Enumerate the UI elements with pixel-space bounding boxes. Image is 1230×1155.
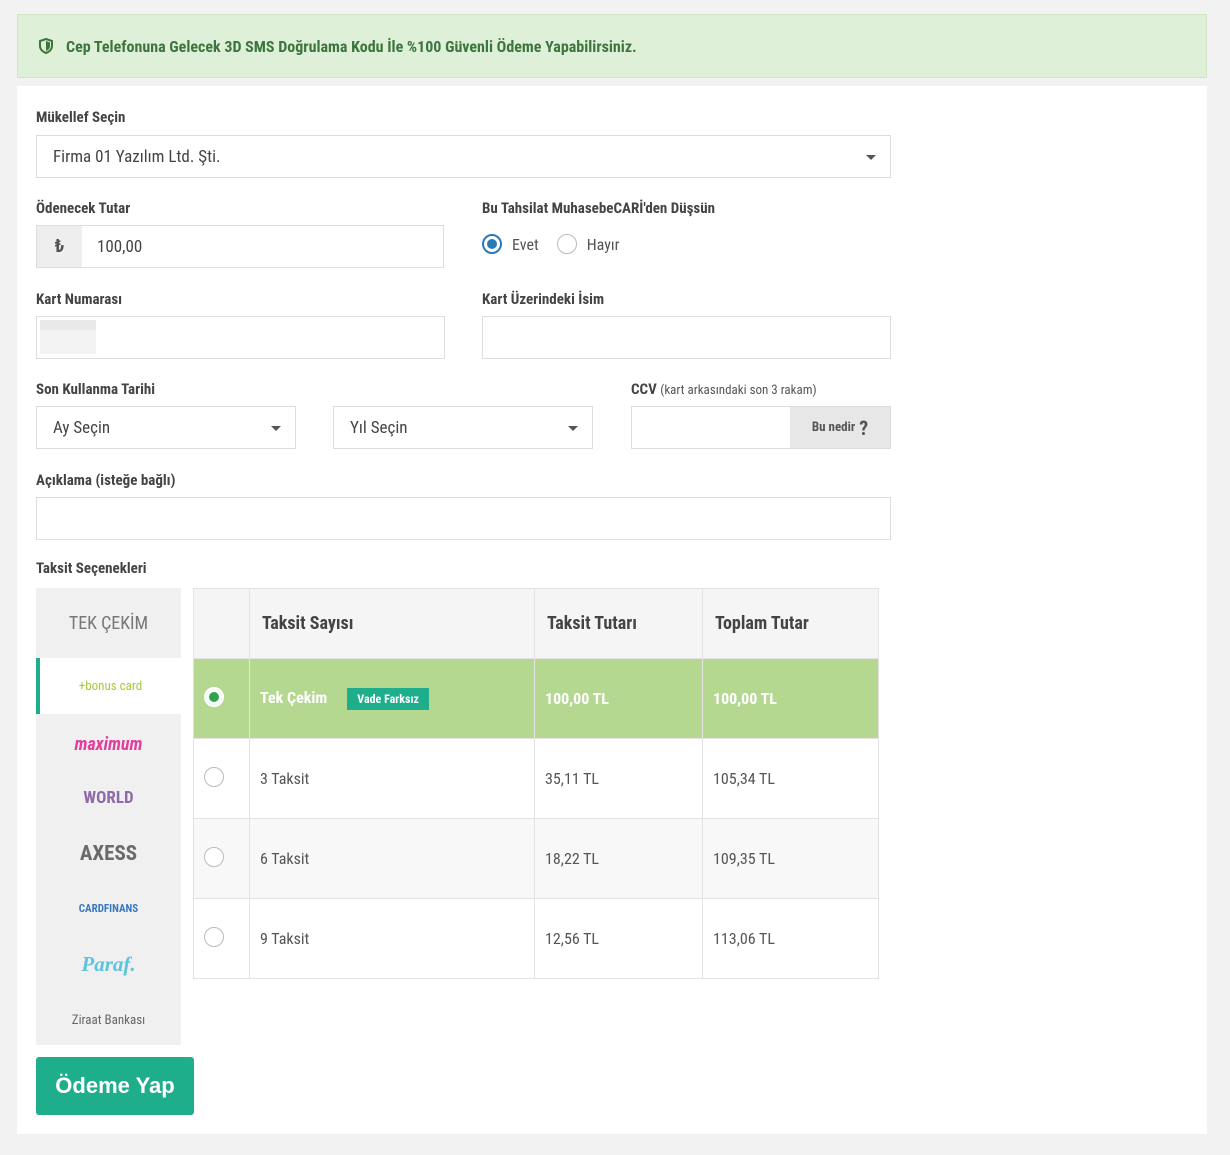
row-name-text: Tek Çekim — [260, 687, 328, 707]
row-name: 6 Taksit — [249, 818, 535, 899]
security-alert: Cep Telefonuna Gelecek 3D SMS Doğrulama … — [17, 14, 1207, 78]
vade-farksiz-badge: Vade Farksız — [347, 687, 429, 710]
tutar-input[interactable]: ₺ 100,00 — [36, 225, 444, 268]
row-radio-cell — [193, 818, 250, 899]
pay-button[interactable]: Ödeme Yap — [36, 1057, 194, 1115]
row-total: 105,34 TL — [702, 738, 879, 819]
evet-radio[interactable] — [482, 234, 502, 254]
alert-text: Cep Telefonuna Gelecek 3D SMS Doğrulama … — [66, 36, 637, 56]
tutar-value: 100,00 — [97, 236, 143, 257]
ccv-hint: (kart arkasındaki son 3 rakam) — [660, 383, 817, 398]
kart-no-input[interactable] — [36, 316, 445, 359]
radio-col-header — [193, 588, 250, 659]
kart-isim-label: Kart Üzerindeki İsim — [482, 290, 605, 308]
col-taksit-tutari: Taksit Tutarı — [534, 588, 703, 659]
tab-maximum[interactable]: maximum — [36, 716, 181, 772]
shield-icon — [38, 38, 54, 54]
row-radio-cell — [193, 658, 250, 739]
ccv-label-text: CCV — [631, 380, 657, 398]
table-row[interactable]: 9 Taksit 12,56 TL 113,06 TL — [193, 898, 879, 979]
row-radio-cell — [193, 738, 250, 819]
row-radio[interactable] — [204, 846, 224, 867]
row-installment: 100,00 TL — [534, 658, 703, 739]
bank-tabs: TEK ÇEKİM +bonus card maximum WORLD AXES… — [36, 588, 181, 1045]
hayir-radio[interactable] — [556, 234, 577, 254]
chevron-down-icon — [568, 426, 578, 431]
card-icon — [40, 320, 96, 354]
col-toplam-tutar: Toplam Tutar — [702, 588, 879, 659]
row-total: 100,00 TL — [702, 658, 879, 739]
ccv-input[interactable]: Bu nedir ? — [631, 406, 891, 449]
tab-ziraat[interactable]: Ziraat Bankası — [36, 992, 181, 1048]
row-radio[interactable] — [204, 686, 224, 707]
table-header-row: Taksit Sayısı Taksit Tutarı Toplam Tutar — [193, 588, 879, 659]
row-name: 3 Taksit — [249, 738, 535, 819]
tahsilat-label: Bu Tahsilat MuhasebeCARİ'den Düşsün — [482, 199, 715, 217]
taksit-label: Taksit Seçenekleri — [36, 559, 147, 577]
hayir-label: Hayır — [586, 234, 620, 254]
ccv-label: CCV (kart arkasındaki son 3 rakam) — [631, 380, 817, 398]
table-row[interactable]: 6 Taksit 18,22 TL 109,35 TL — [193, 818, 879, 899]
chevron-down-icon — [866, 155, 876, 160]
tab-paraf[interactable]: Paraf. — [36, 936, 181, 992]
row-radio[interactable] — [204, 766, 224, 787]
question-icon: ? — [859, 415, 869, 440]
aciklama-label: Açıklama (isteğe bağlı) — [36, 471, 176, 489]
mukellef-label: Mükellef Seçin — [36, 108, 126, 126]
ccv-help-label: Bu nedir — [811, 420, 856, 435]
row-radio[interactable] — [204, 926, 224, 947]
installment-table: Taksit Sayısı Taksit Tutarı Toplam Tutar… — [193, 588, 879, 979]
tutar-label: Ödenecek Tutar — [36, 199, 131, 217]
yil-value: Yıl Seçin — [350, 417, 408, 438]
ccv-help-button[interactable]: Bu nedir ? — [790, 407, 890, 448]
yil-select[interactable]: Yıl Seçin — [333, 406, 593, 449]
aciklama-input[interactable] — [36, 497, 891, 540]
ay-value: Ay Seçin — [53, 417, 111, 438]
tab-bonus[interactable]: +bonus card — [36, 658, 181, 714]
row-installment: 12,56 TL — [534, 898, 703, 979]
evet-label: Evet — [512, 234, 539, 254]
col-taksit-sayisi: Taksit Sayısı — [249, 588, 535, 659]
payment-form: Mükellef Seçin Firma 01 Yazılım Ltd. Şti… — [17, 86, 1207, 1134]
tab-cardfinans[interactable]: CARDFINANS — [36, 880, 181, 936]
row-installment: 35,11 TL — [534, 738, 703, 819]
table-row[interactable]: 3 Taksit 35,11 TL 105,34 TL — [193, 738, 879, 819]
row-radio-cell — [193, 898, 250, 979]
lira-icon: ₺ — [37, 226, 82, 267]
row-name: 9 Taksit — [249, 898, 535, 979]
row-total: 109,35 TL — [702, 818, 879, 899]
tahsilat-radio-group: Evet Hayır — [482, 234, 620, 254]
mukellef-select[interactable]: Firma 01 Yazılım Ltd. Şti. — [36, 135, 891, 178]
kart-no-label: Kart Numarası — [36, 290, 123, 308]
kart-isim-input[interactable] — [482, 316, 891, 359]
ay-select[interactable]: Ay Seçin — [36, 406, 296, 449]
son-kullanma-label: Son Kullanma Tarihi — [36, 380, 156, 398]
row-installment: 18,22 TL — [534, 818, 703, 899]
mukellef-value: Firma 01 Yazılım Ltd. Şti. — [53, 146, 221, 167]
table-row[interactable]: Tek Çekim Vade Farksız 100,00 TL 100,00 T… — [193, 658, 879, 739]
tab-axess[interactable]: AXESS — [36, 826, 181, 882]
tab-world[interactable]: WORLD — [36, 770, 181, 826]
tab-tek-cekim[interactable]: TEK ÇEKİM — [36, 588, 181, 658]
row-name: Tek Çekim Vade Farksız — [249, 658, 535, 739]
row-total: 113,06 TL — [702, 898, 879, 979]
chevron-down-icon — [271, 426, 281, 431]
